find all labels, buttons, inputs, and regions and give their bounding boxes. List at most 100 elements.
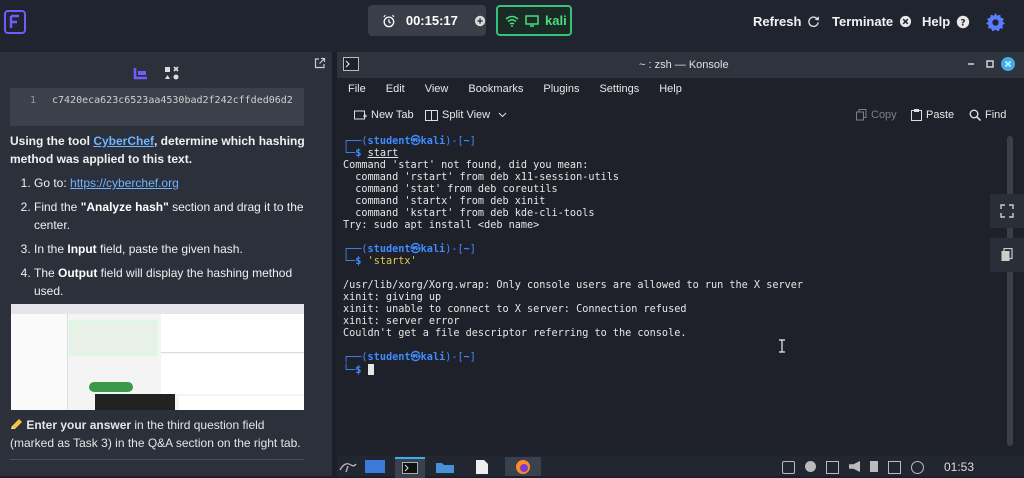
output-line: xinit: giving up	[343, 292, 442, 303]
help-button[interactable]: Help ?	[922, 14, 970, 29]
output-line: xinit: unable to connect to X server: Co…	[343, 304, 687, 315]
cyberchef-link[interactable]: CyberChef	[93, 134, 154, 148]
cyberchef-url-link[interactable]: https://cyberchef.org	[70, 176, 179, 190]
timer-value: 00:15:17	[405, 13, 458, 28]
tray-display-icon[interactable]	[888, 461, 901, 474]
scrollbar[interactable]	[1007, 136, 1013, 446]
folder-icon[interactable]	[435, 461, 455, 474]
wifi-icon	[505, 15, 519, 27]
window-titlebar[interactable]: ~ : zsh — Konsole	[337, 52, 1024, 78]
help-label: Help	[922, 14, 951, 29]
output-line: xinit: server error	[343, 316, 460, 327]
clipboard-button[interactable]	[990, 238, 1024, 272]
firefox-task-button[interactable]	[505, 457, 541, 476]
layers-icon[interactable]	[133, 66, 149, 81]
output-line: Couldn't get a file descriptor referring…	[343, 328, 687, 339]
hash-value: c7420eca623c6523aa4530bad2f242cffded06d2	[52, 95, 293, 106]
maximize-icon[interactable]	[985, 59, 995, 69]
split-view-button[interactable]: Split View	[425, 109, 507, 121]
fullscreen-icon	[1000, 204, 1014, 218]
split-view-icon	[425, 109, 438, 121]
command-line: └─$	[343, 364, 1003, 377]
tray-volume-icon[interactable]	[849, 461, 860, 472]
step-item: Find the "Analyze hash" section and drag…	[34, 198, 306, 234]
prompt-line: ┌──(student㉿kali)-[~]	[343, 136, 476, 147]
hash-code-block: 1 c7420eca623c6523aa4530bad2f242cffded06…	[10, 88, 304, 126]
window-title: ~ : zsh — Konsole	[639, 59, 729, 71]
output-line: /usr/lib/xorg/Xorg.wrap: Only console us…	[343, 280, 804, 291]
terminal-output[interactable]: ┌──(student㉿kali)-[~] └─$ start Command 's…	[343, 136, 1003, 377]
close-icon[interactable]	[1001, 57, 1015, 71]
steps-list: Go to: https://cyberchef.org Find the "A…	[10, 174, 306, 300]
terminal-icon	[402, 462, 418, 474]
konsole-window[interactable]: ~ : zsh — Konsole File Edit View Bookmar…	[337, 52, 1024, 476]
new-tab-button[interactable]: New Tab	[354, 109, 414, 121]
tray-battery-icon[interactable]	[870, 461, 878, 472]
pencil-icon	[11, 419, 22, 429]
taskbar: 01:53	[337, 456, 1024, 478]
menu-file[interactable]: File	[348, 83, 366, 95]
instruction-panel: 1 c7420eca623c6523aa4530bad2f242cffded06…	[0, 52, 332, 476]
fullscreen-button[interactable]	[990, 194, 1024, 228]
output-line: command 'stat' from deb coreutils	[343, 184, 558, 195]
find-button[interactable]: Find	[969, 109, 1006, 121]
firefox-icon	[516, 460, 530, 474]
paste-button[interactable]: Paste	[911, 109, 954, 121]
monitor-icon	[525, 14, 539, 27]
refresh-button[interactable]: Refresh	[753, 14, 820, 29]
copy-button[interactable]: Copy	[856, 109, 897, 121]
desktop-icon[interactable]	[365, 460, 385, 473]
minimize-icon[interactable]	[966, 59, 976, 69]
prompt-line: ┌──(student㉿kali)-[~]	[343, 352, 476, 363]
platform-logo-icon[interactable]	[4, 10, 26, 34]
refresh-icon	[808, 16, 820, 28]
ibeam-cursor-icon	[779, 339, 785, 353]
toolbar: New Tab Split View Copy Paste Find	[337, 100, 1024, 130]
command-line: └─$ 'startx'	[343, 256, 417, 267]
taskbar-clock: 01:53	[944, 460, 975, 474]
clipboard-icon	[1001, 248, 1013, 261]
cyberchef-screenshot[interactable]	[11, 304, 304, 410]
prompt-line: ┌──(student㉿kali)-[~]	[343, 244, 476, 255]
svg-text:?: ?	[961, 18, 966, 28]
tray-network-icon[interactable]	[782, 461, 795, 474]
menu-plugins[interactable]: Plugins	[543, 83, 579, 95]
output-line: Try: sudo apt install <deb name>	[343, 220, 540, 231]
terminal-task-button[interactable]	[395, 457, 425, 478]
menu-edit[interactable]: Edit	[386, 83, 405, 95]
tray-power-icon[interactable]	[911, 461, 924, 474]
kali-menu-icon[interactable]	[339, 460, 357, 473]
menu-view[interactable]: View	[425, 83, 449, 95]
refresh-label: Refresh	[753, 14, 802, 29]
output-line: command 'startx' from deb xinit	[343, 196, 546, 207]
output-line: Command 'start' not found, did you mean:	[343, 160, 589, 171]
tray-clipboard-icon[interactable]	[826, 461, 839, 474]
text-editor-icon[interactable]	[475, 459, 489, 475]
terminate-button[interactable]: Terminate	[832, 14, 912, 29]
instructions: Using the tool CyberChef, determine whic…	[10, 132, 306, 306]
terminate-label: Terminate	[832, 14, 894, 29]
command-line: └─$ start	[343, 148, 399, 159]
vm-name: kali	[545, 13, 567, 28]
settings-gear-icon[interactable]	[985, 12, 1006, 33]
open-external-icon[interactable]	[314, 57, 326, 69]
tray-update-icon[interactable]	[805, 461, 816, 472]
copy-icon	[856, 109, 867, 121]
line-number: 1	[30, 95, 37, 106]
menu-bar: File Edit View Bookmarks Plugins Setting…	[337, 78, 1024, 100]
vm-status[interactable]: kali	[496, 5, 572, 36]
question-circle-icon: ?	[956, 15, 970, 28]
step-item: The Output field will display the hashin…	[34, 264, 306, 300]
shapes-icon[interactable]	[164, 66, 180, 81]
close-circle-icon	[900, 15, 912, 28]
paste-icon	[911, 109, 922, 121]
text-cursor	[367, 364, 374, 375]
menu-settings[interactable]: Settings	[599, 83, 639, 95]
answer-instruction: Enter your answer in the third question …	[10, 418, 301, 450]
add-time-icon[interactable]	[474, 14, 486, 28]
step-item: Go to: https://cyberchef.org	[34, 174, 306, 192]
menu-bookmarks[interactable]: Bookmarks	[468, 83, 523, 95]
new-tab-icon	[354, 110, 367, 119]
menu-help[interactable]: Help	[659, 83, 682, 95]
system-tray	[782, 461, 924, 474]
